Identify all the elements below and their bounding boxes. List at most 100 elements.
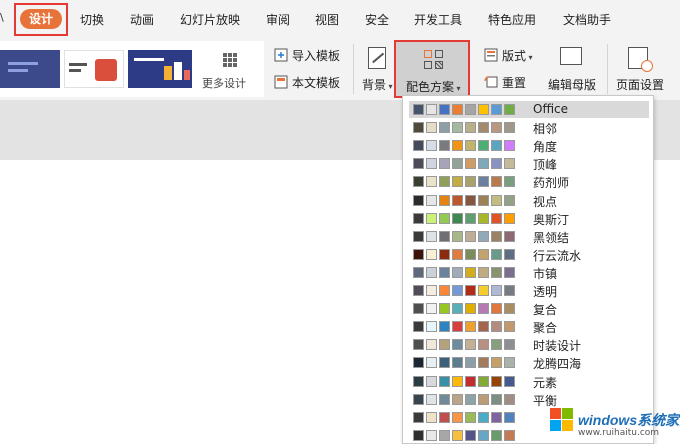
color-swatch [478,393,489,405]
color-swatch [452,158,463,170]
color-swatch [452,176,463,188]
color-swatch [426,266,437,278]
design-thumbnail-1[interactable] [0,50,60,88]
color-swatch [426,104,437,115]
thumbnail-building [174,62,182,80]
color-scheme-option[interactable]: 奥斯汀 [409,210,649,227]
color-scheme-option[interactable]: 市镇 [409,264,649,281]
color-swatch [491,122,502,134]
color-scheme-name: 复合 [533,303,558,318]
tab-review[interactable]: 审阅 [266,11,290,28]
color-swatch [426,285,437,296]
color-scheme-name: 聚合 [533,321,558,336]
color-swatch [426,212,437,224]
color-scheme-button[interactable]: 配色方案 ▾ [394,40,470,98]
color-swatch [426,140,437,152]
color-swatch [413,357,424,369]
color-swatch [478,248,489,260]
thumbnail-building [184,70,190,80]
color-swatch [452,285,463,296]
page-setup-button[interactable]: 页面设置 [616,76,664,93]
color-scheme-option[interactable]: 透明 [409,282,649,299]
color-scheme-option[interactable]: 黑领结 [409,228,649,245]
color-scheme-option[interactable]: 角度 [409,137,649,154]
background-button[interactable]: 背景 ▾ [362,76,393,93]
color-scheme-option[interactable]: 时装设计 [409,336,649,353]
color-scheme-option[interactable]: 聚合 [409,318,649,335]
color-scheme-option[interactable]: 药剂师 [409,173,649,190]
design-thumbnail-2[interactable] [64,50,124,88]
more-designs-button[interactable]: 更多设计 [196,41,264,97]
tab-document-assistant[interactable]: 文档助手 [563,11,611,28]
color-swatch [504,339,515,351]
reset-button[interactable]: 重置 [484,74,526,91]
color-swatch [491,140,502,152]
import-template-icon [274,48,288,62]
color-swatch [452,122,463,134]
color-scheme-name: 角度 [533,140,558,155]
watermark-title: windows系统家园 [578,412,680,428]
color-swatch [504,194,515,206]
color-swatch [413,122,424,134]
tab-transition[interactable]: 切换 [80,11,104,28]
color-scheme-name: 透明 [533,285,558,299]
color-swatch [478,357,489,369]
color-swatch [465,411,476,423]
color-swatch [491,285,502,296]
color-scheme-option[interactable]: Office [409,101,649,118]
color-swatch [504,104,515,115]
color-swatch [491,429,502,441]
tab-view[interactable]: 视图 [315,11,339,28]
color-swatch [465,212,476,224]
color-swatch [478,339,489,351]
color-swatch [439,303,450,315]
color-swatch [478,375,489,387]
color-scheme-icon [424,50,444,70]
color-swatch [439,212,450,224]
color-swatch [478,411,489,423]
color-scheme-option[interactable]: 复合 [409,300,649,317]
tab-developer-tools[interactable]: 开发工具 [414,11,462,28]
color-scheme-option[interactable]: 视点 [409,192,649,209]
layout-button[interactable]: 版式 ▾ [484,47,533,64]
color-swatch [413,212,424,224]
import-template-button[interactable]: 导入模板 [274,47,340,64]
color-scheme-option[interactable]: 顶峰 [409,155,649,172]
tab-design[interactable]: 设计 [20,9,62,29]
color-swatch [491,357,502,369]
import-template-label: 导入模板 [292,49,341,63]
color-swatch [465,104,476,115]
color-swatch [426,393,437,405]
color-swatch [491,194,502,206]
color-scheme-option[interactable]: 元素 [409,373,649,390]
design-thumbnail-3[interactable] [128,50,192,88]
color-swatch [504,303,515,315]
edit-master-button[interactable]: 编辑母版 [548,76,596,93]
color-swatch [465,158,476,170]
color-swatch [465,230,476,242]
color-swatch [413,321,424,333]
edit-master-label: 编辑母版 [548,78,597,92]
color-swatch [491,176,502,188]
thumbnail-title-bar [134,58,164,61]
color-swatch [504,140,515,152]
reset-icon [484,76,498,88]
page-setup-label: 页面设置 [616,78,665,92]
tab-featured-apps[interactable]: 特色应用 [488,11,536,28]
color-swatch [491,375,502,387]
this-template-icon [274,75,288,89]
color-scheme-label: 配色方案 [406,80,455,94]
color-scheme-option[interactable]: 行云流水 [409,246,649,263]
color-scheme-option[interactable]: 相邻 [409,119,649,136]
tab-security[interactable]: 安全 [365,11,389,28]
color-scheme-option[interactable]: 龙腾四海 [409,354,649,371]
color-swatch [413,339,424,351]
tab-animation[interactable]: 动画 [130,11,154,28]
color-swatch [504,321,515,333]
color-swatch [478,230,489,242]
color-swatch [439,285,450,296]
watermark: windows系统家园 www.ruihaitu.com [550,404,680,444]
this-template-button[interactable]: 本文模板 [274,74,340,91]
tab-slideshow[interactable]: 幻灯片放映 [180,11,240,28]
color-swatch [426,158,437,170]
